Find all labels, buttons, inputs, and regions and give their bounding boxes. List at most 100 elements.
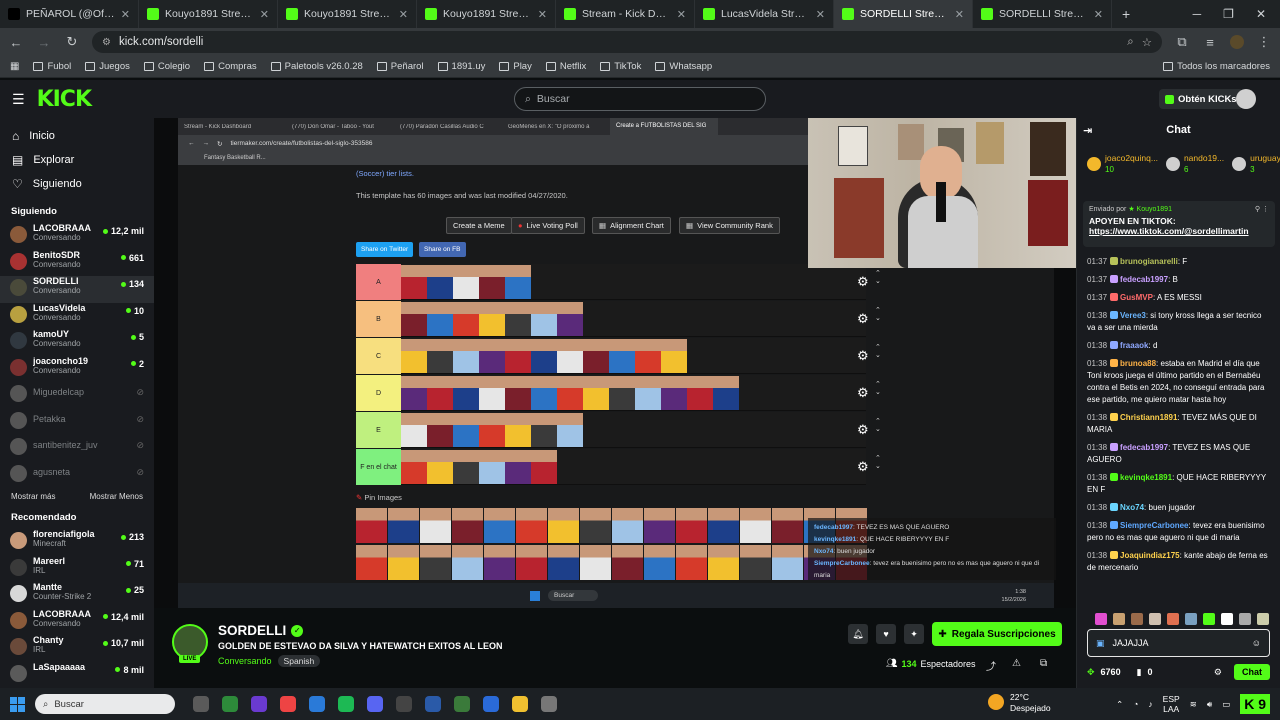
show-less-link[interactable]: Mostrar Menos (90, 492, 143, 501)
taskbar-app-icon[interactable] (425, 696, 441, 712)
sidebar-channel[interactable]: Mantte Counter-Strike 2 25 (0, 582, 154, 609)
emote-icon[interactable] (1239, 613, 1251, 625)
sidebar-nav-siguiendo[interactable]: ♡ Siguiendo (0, 172, 154, 196)
wifi-icon[interactable]: ≋ (1190, 699, 1197, 710)
url-field[interactable]: ⚙ kick.com/sordelli ⌕ ☆ (92, 31, 1162, 53)
all-bookmarks[interactable]: Todos los marcadores (1163, 61, 1270, 72)
chat-settings-icon[interactable]: ⚙ (1214, 667, 1222, 678)
sidebar-channel[interactable]: BenitoSDR Conversando 661 (0, 250, 154, 277)
top-gifter[interactable]: nando19... 6 (1165, 153, 1224, 175)
sidebar-channel[interactable]: LACOBRAAA Conversando 12,4 mil (0, 609, 154, 636)
smiley-icon[interactable]: ☺ (1252, 638, 1261, 648)
taskbar-app-icon[interactable] (309, 696, 325, 712)
language-tag[interactable]: Spanish (277, 655, 321, 667)
close-window-icon[interactable]: ✕ (1256, 7, 1266, 21)
extensions-icon[interactable]: ⧉ (1174, 34, 1190, 50)
emote-icon[interactable] (1149, 613, 1161, 625)
emote-icon[interactable] (1113, 613, 1125, 625)
taskbar-app-icon[interactable] (483, 696, 499, 712)
pin-icon[interactable]: ⚲ ⋮ (1255, 205, 1269, 213)
browser-tab[interactable]: Kouyo1891 Stream - Wat ✕ (417, 0, 556, 28)
taskbar-app-icon[interactable] (280, 696, 296, 712)
bookmark-item[interactable]: Peñarol (376, 61, 424, 72)
browser-tab[interactable]: Stream - Kick Dashboard ✕ (556, 0, 695, 28)
top-gifter[interactable]: joaco2quinq... 10 (1087, 153, 1158, 175)
sidebar-channel[interactable]: joaconcho19 Conversando 2 (0, 356, 154, 383)
gift-icon[interactable]: ✦ (904, 624, 924, 644)
sidebar-nav-inicio[interactable]: ⌂ Inicio (0, 124, 154, 148)
message-username[interactable]: fraaaok (1120, 341, 1148, 350)
message-username[interactable]: Christiann1891 (1120, 413, 1177, 422)
emote-icon[interactable] (1185, 613, 1197, 625)
message-username[interactable]: brunoa88 (1120, 359, 1156, 368)
show-more-link[interactable]: Mostrar más (11, 492, 55, 501)
close-tab-icon[interactable]: ✕ (955, 8, 964, 21)
emote-icon[interactable] (1167, 613, 1179, 625)
media-icon[interactable]: ≡ (1202, 35, 1218, 50)
taskbar-app-icon[interactable] (193, 696, 209, 712)
sidebar-channel[interactable]: LaSapaaaaa 8 mil (0, 662, 154, 689)
share-icon[interactable]: ⤴ (986, 658, 996, 673)
weather-widget[interactable]: 22°C Despejado (988, 692, 1051, 714)
message-username[interactable]: GusMVP (1120, 293, 1153, 302)
taskbar-search[interactable]: ⌕ Buscar (35, 694, 175, 714)
close-tab-icon[interactable]: ✕ (677, 8, 686, 21)
emote-icon[interactable] (1095, 613, 1107, 625)
taskbar-app-icon[interactable] (396, 696, 412, 712)
profile-icon[interactable] (1230, 35, 1244, 49)
follow-heart-icon[interactable]: ♥ (876, 624, 896, 644)
gift-subs-button[interactable]: ✚ Regala Suscripciones (932, 622, 1062, 646)
sidebar-nav-explorar[interactable]: ▤ Explorar (0, 148, 154, 172)
kick-tray-icon[interactable]: K 9 (1240, 694, 1270, 714)
emote-icon[interactable] (1131, 613, 1143, 625)
sidebar-channel[interactable]: kamoUY Conversando 5 (0, 329, 154, 356)
close-tab-icon[interactable]: ✕ (1094, 8, 1103, 21)
sidebar-channel-offline[interactable]: agusneta ⊘ (0, 462, 154, 489)
bookmark-item[interactable]: 1891.uy (437, 61, 485, 72)
taskbar-app-icon[interactable] (541, 696, 557, 712)
message-username[interactable]: Nxo74 (1120, 503, 1144, 512)
close-tab-icon[interactable]: ✕ (399, 8, 408, 21)
browser-tab[interactable]: PEÑAROL (@OficialCAP) / ✕ (0, 0, 139, 28)
sidebar-channel[interactable]: LucasVidela Conversando 10 (0, 303, 154, 330)
top-gifter[interactable]: uruguay... 3 (1232, 153, 1280, 175)
browser-tab[interactable]: SORDELLI Stream - Kick D ✕ (973, 0, 1112, 28)
taskbar-app-icon[interactable] (454, 696, 470, 712)
get-kicks-button[interactable]: Obtén KICKs (1159, 89, 1243, 109)
zoom-icon[interactable]: ⌕ (1127, 36, 1133, 49)
bookmark-item[interactable]: Compras (204, 61, 257, 72)
bookmark-item[interactable]: Fubol (33, 61, 71, 72)
volume-icon[interactable]: ♪ (1148, 699, 1152, 709)
browser-tab[interactable]: Kouyo1891 Stream - Wat ✕ (278, 0, 417, 28)
taskbar-app-icon[interactable] (512, 696, 528, 712)
search-input[interactable]: ⌕ Buscar (514, 87, 766, 111)
bookmark-item[interactable]: Whatsapp (655, 61, 712, 72)
bookmark-item[interactable]: Paletools v26.0.28 (270, 61, 363, 72)
bookmark-item[interactable]: Juegos (85, 61, 130, 72)
message-username[interactable]: Joaquindiaz175 (1120, 551, 1180, 560)
close-tab-icon[interactable]: ✕ (816, 8, 825, 21)
new-tab-icon[interactable]: + (1112, 6, 1140, 22)
battery-icon[interactable]: ▭ (1222, 699, 1230, 710)
sidebar-channel[interactable]: SORDELLI Conversando 134 (0, 276, 154, 303)
browser-tab[interactable]: LucasVidela Stream - ✕ (695, 0, 834, 28)
network-icon[interactable]: ◔ (1133, 699, 1138, 709)
close-tab-icon[interactable]: ✕ (260, 8, 269, 21)
pinned-link[interactable]: https://www.tiktok.com/@sordellimartin (1089, 226, 1269, 236)
send-chat-button[interactable]: Chat (1234, 664, 1270, 680)
bookmark-item[interactable]: Netflix (545, 61, 586, 72)
message-username[interactable]: Veree3 (1120, 311, 1146, 320)
video-player[interactable]: Stream - Kick Dashboard (770) Don Omar - … (154, 118, 1076, 608)
category-link[interactable]: Conversando (218, 656, 272, 666)
collapse-chat-icon[interactable]: ⇥ (1083, 124, 1092, 137)
bookmark-item[interactable]: TikTok (600, 61, 641, 72)
sidebar-channel[interactable]: Mareerl IRL 71 (0, 556, 154, 583)
menu-icon[interactable]: ⋮ (1256, 34, 1272, 50)
user-avatar[interactable] (1236, 89, 1256, 109)
message-username[interactable]: fedecab1997 (1120, 275, 1168, 284)
notification-bell-icon[interactable]: 🔔︎ (848, 624, 868, 644)
clip-icon[interactable]: ⧉ (1040, 658, 1047, 669)
apps-icon[interactable]: ▦ (10, 61, 19, 72)
chat-input[interactable]: ▣ JAJAJJA ☺ (1087, 629, 1270, 657)
emote-icon[interactable] (1221, 613, 1233, 625)
